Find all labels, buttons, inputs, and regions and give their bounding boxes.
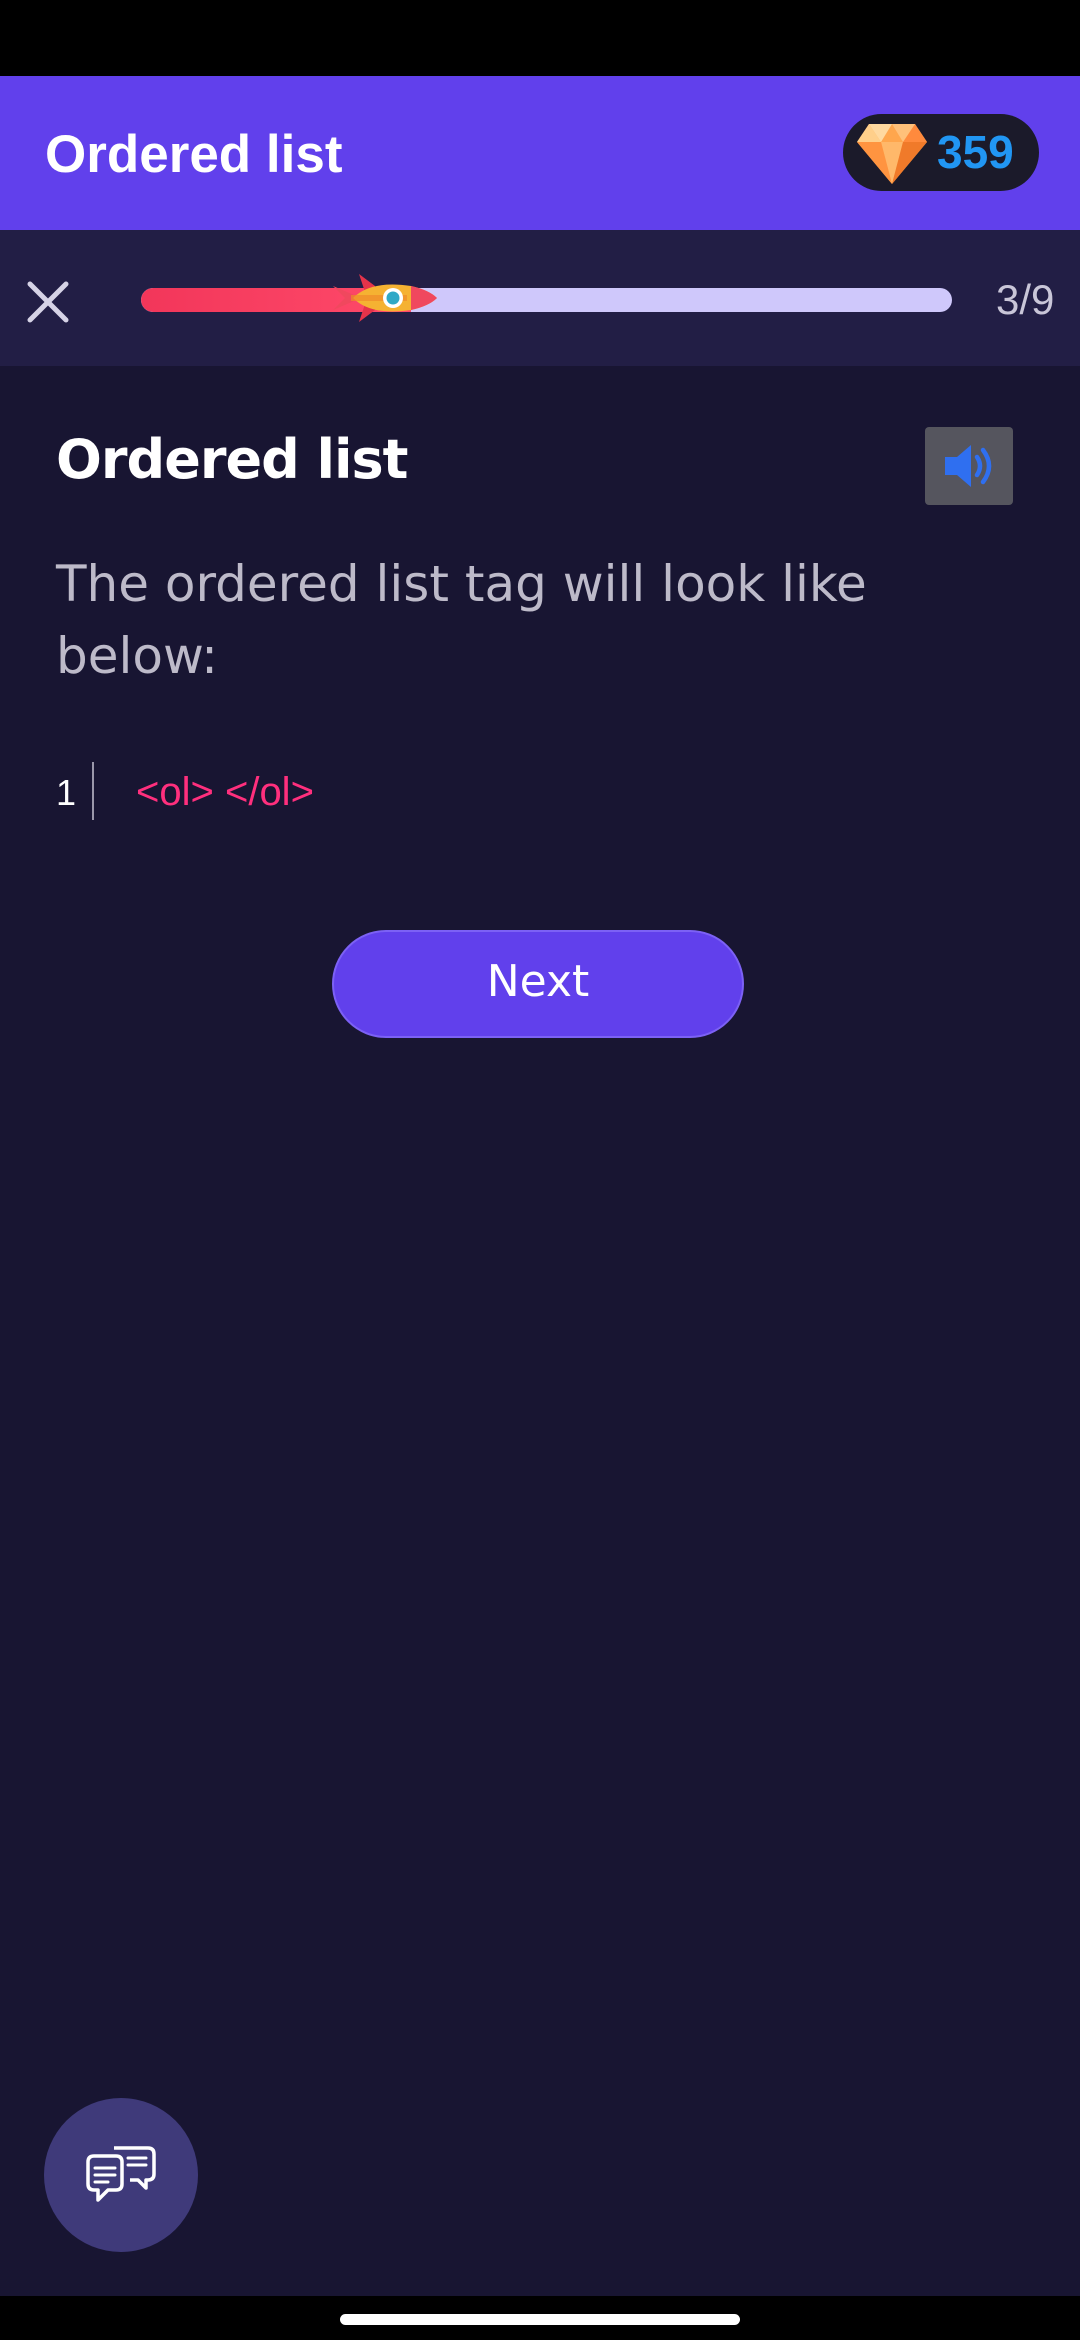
lesson-title: Ordered list [56, 428, 408, 491]
app-screen: Ordered list 359 3/9 Ordered list The or… [0, 0, 1080, 2340]
speaker-icon [945, 445, 992, 487]
progress-track [141, 288, 952, 312]
status-bar [0, 0, 1080, 76]
code-gutter-divider [92, 762, 94, 820]
diamond-icon [857, 124, 927, 184]
chat-button[interactable] [44, 2098, 198, 2252]
chat-bubbles-icon [86, 2146, 156, 2202]
progress-bar-area: 3/9 [0, 230, 1080, 366]
code-line-number: 1 [56, 772, 77, 813]
close-icon[interactable] [20, 274, 76, 330]
home-indicator[interactable] [340, 2314, 740, 2325]
code-line: <ol> </ol> [136, 770, 314, 814]
page-title: Ordered list [45, 125, 343, 184]
progress-counter: 3/9 [996, 276, 1055, 323]
lesson-text: The ordered list tag will look like belo… [56, 555, 867, 685]
sound-button[interactable] [925, 427, 1013, 505]
gem-counter[interactable]: 359 [843, 114, 1039, 191]
rocket-icon [333, 274, 437, 322]
next-button[interactable]: Next [332, 930, 744, 1038]
gem-count: 359 [937, 126, 1014, 178]
